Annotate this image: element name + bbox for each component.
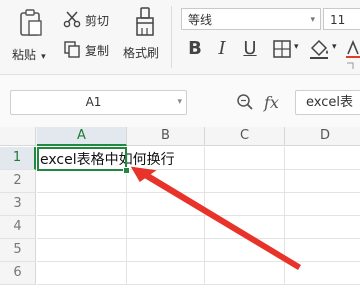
font-name-value: 等线 — [188, 13, 213, 27]
font-size-select[interactable]: 11 — [323, 8, 360, 30]
chevron-down-icon[interactable]: ▾ — [177, 91, 182, 114]
paste-icon[interactable] — [18, 8, 44, 38]
font-color-icon[interactable] — [346, 40, 360, 58]
paste-button[interactable]: 粘贴 ▾ — [12, 44, 46, 63]
underline-button[interactable]: U — [242, 39, 258, 59]
font-name-select[interactable]: 等线 ▾ — [181, 8, 321, 30]
border-icon[interactable] — [273, 40, 291, 58]
cut-button[interactable]: 剪切 — [85, 12, 109, 29]
fill-color-icon[interactable] — [308, 39, 330, 59]
insert-function-button[interactable]: fx — [264, 90, 279, 115]
formula-input[interactable]: excel表 — [295, 90, 360, 115]
font-size-value: 11 — [330, 13, 346, 27]
zoom-search-icon[interactable] — [236, 93, 254, 111]
paste-label: 粘贴 — [12, 48, 37, 62]
border-dropdown-icon[interactable]: ▾ — [294, 42, 299, 52]
ribbon-toolbar: 粘贴 ▾ 剪切 复制 格式刷 等线 ▾ 11 B I U ▾ ▾ — [0, 0, 360, 75]
cell-reference: A1 — [85, 95, 102, 109]
fill-color-dropdown-icon[interactable]: ▾ — [332, 42, 337, 52]
paste-dropdown-icon[interactable]: ▾ — [41, 52, 46, 62]
scissors-icon[interactable] — [63, 10, 81, 28]
copy-icon[interactable] — [63, 40, 81, 58]
bold-button[interactable]: B — [187, 39, 203, 59]
italic-button[interactable]: I — [215, 39, 229, 59]
name-box[interactable]: A1 ▾ — [10, 90, 187, 115]
font-group-expander-icon[interactable] — [346, 62, 354, 70]
chevron-down-icon[interactable]: ▾ — [310, 9, 315, 31]
group-divider — [171, 6, 172, 68]
format-painter-icon[interactable] — [133, 6, 157, 38]
spreadsheet-grid: A B C D 1 2 3 4 5 6 excel表格中如何换行 — [0, 127, 360, 290]
copy-button[interactable]: 复制 — [85, 42, 109, 59]
format-painter-button[interactable]: 格式刷 — [123, 44, 159, 61]
annotation-arrow — [130, 166, 301, 270]
